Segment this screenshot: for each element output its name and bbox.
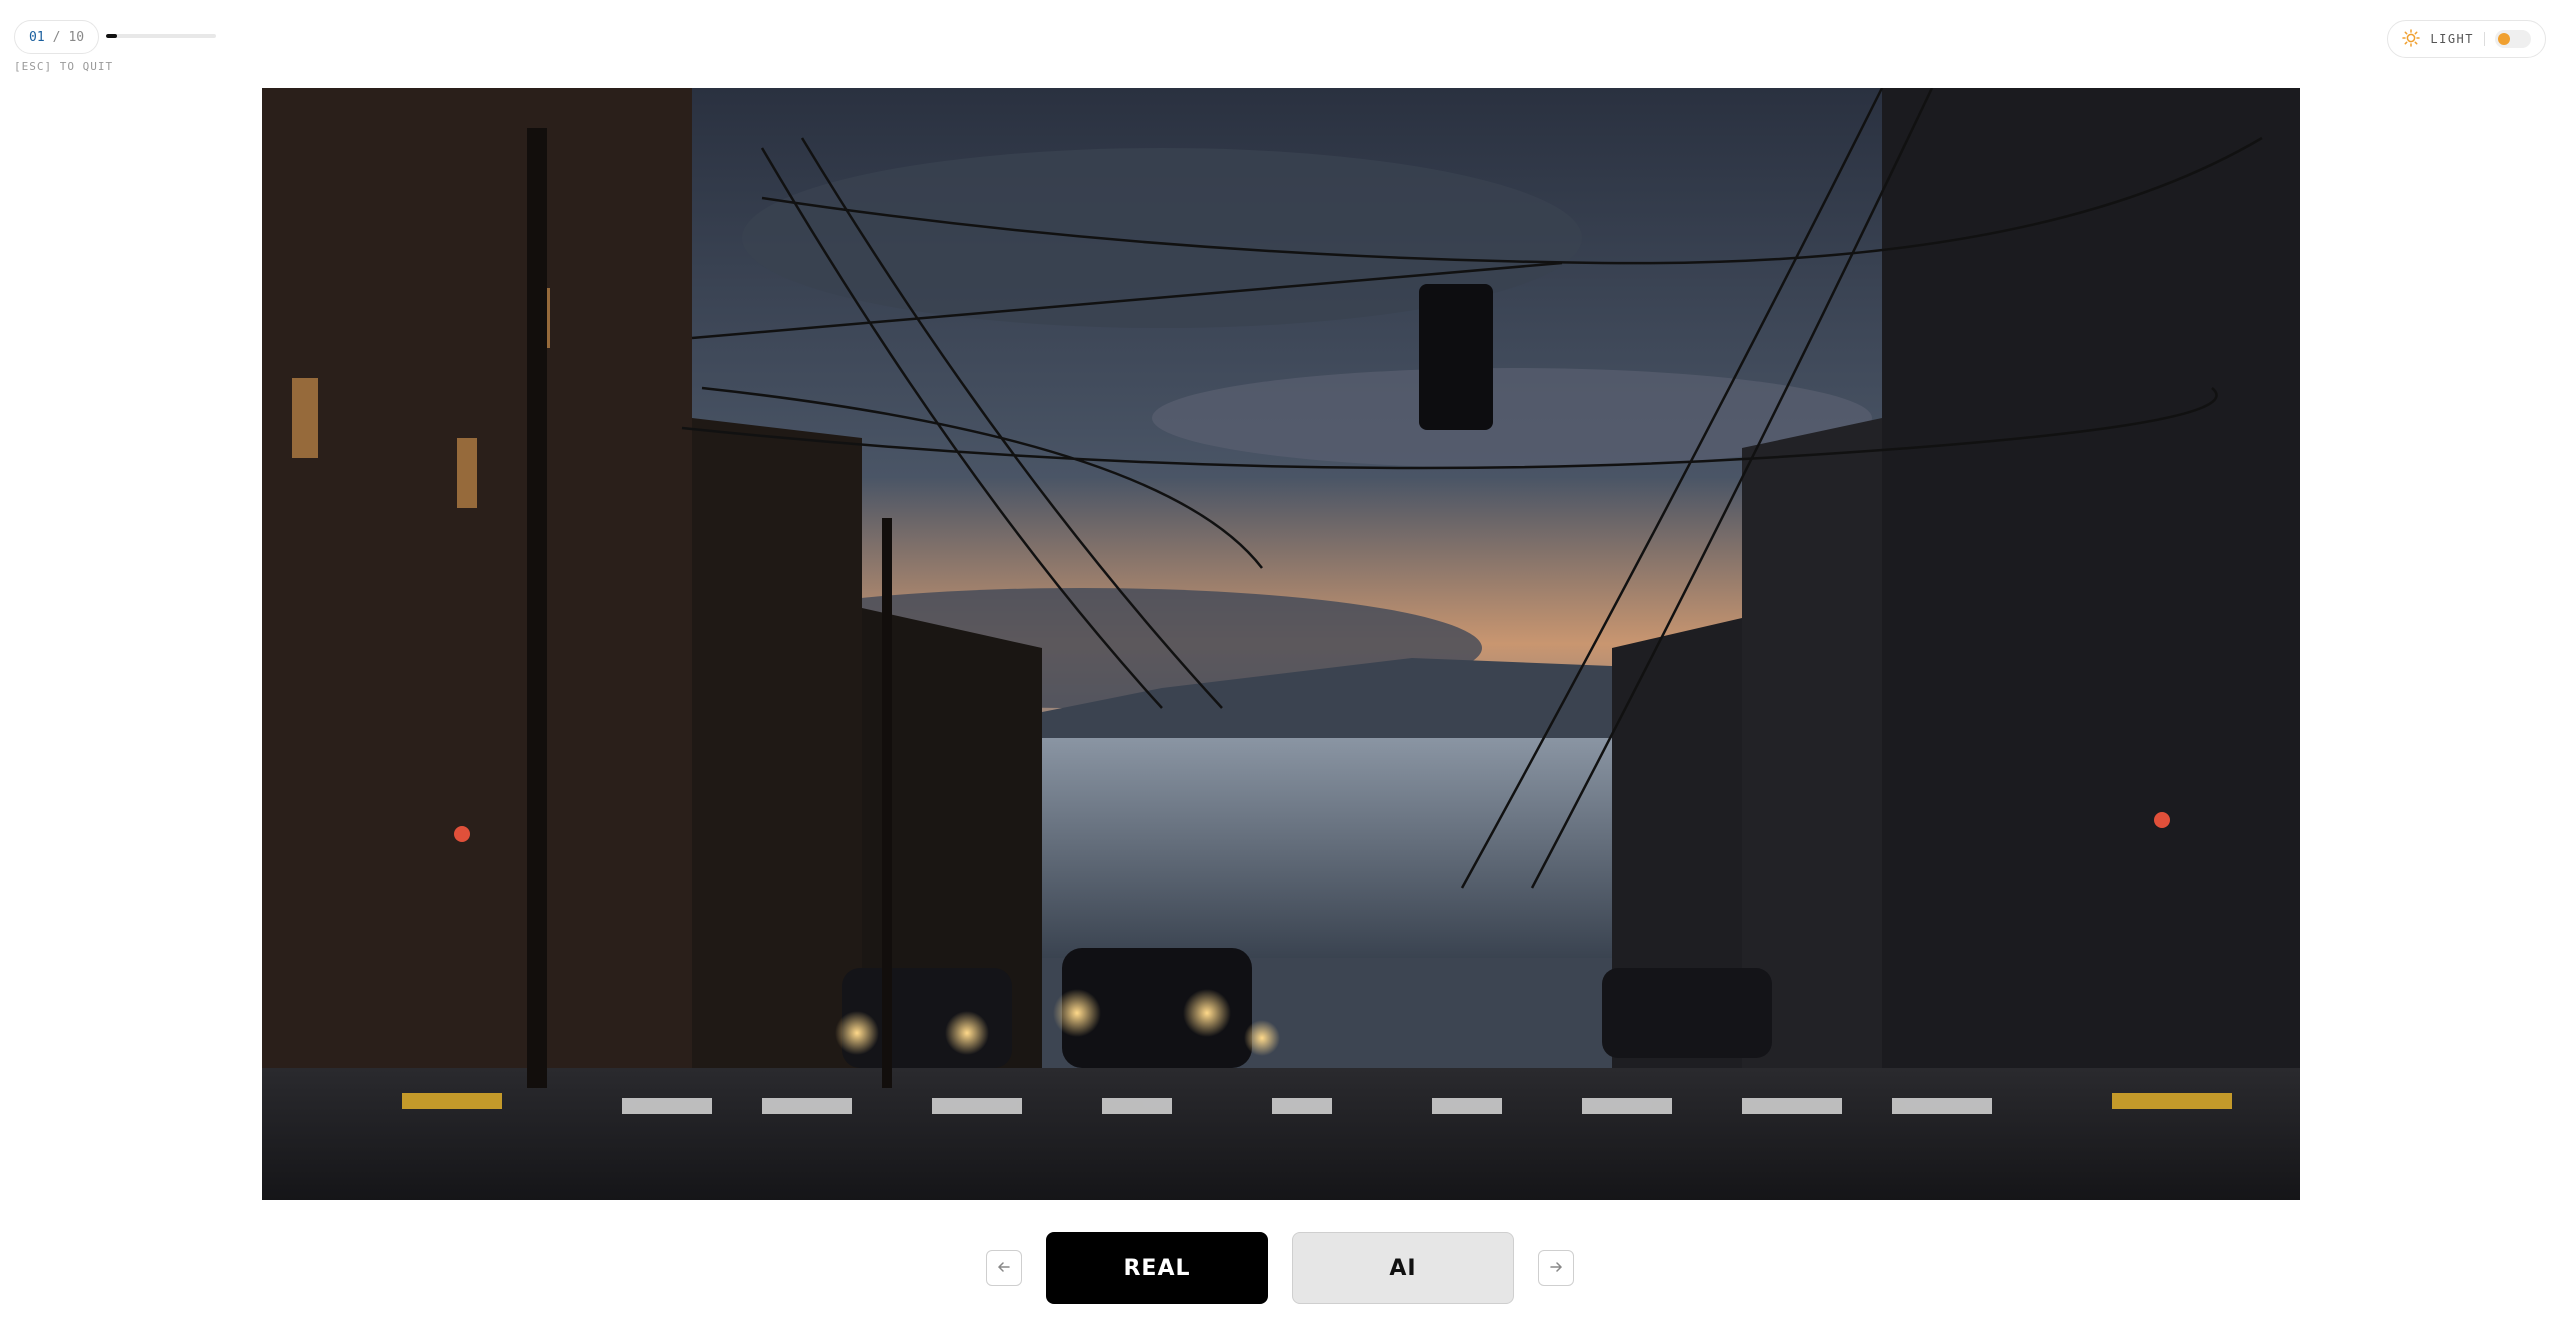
current-index: 01	[29, 29, 45, 45]
progress-fill	[106, 34, 117, 38]
theme-divider	[2484, 32, 2485, 46]
arrow-right-icon	[1549, 1259, 1563, 1278]
theme-switch[interactable]	[2495, 30, 2531, 48]
quit-hint: [ESC] TO QUIT	[14, 60, 114, 73]
theme-label: LIGHT	[2430, 32, 2474, 46]
ai-button[interactable]: AI	[1292, 1232, 1514, 1304]
progress-bar	[106, 34, 216, 38]
next-button[interactable]	[1538, 1250, 1574, 1286]
theme-switch-knob	[2498, 33, 2510, 45]
real-button[interactable]: REAL	[1046, 1232, 1268, 1304]
theme-toggle[interactable]: LIGHT	[2387, 20, 2546, 58]
previous-button[interactable]	[986, 1250, 1022, 1286]
counter-separator: /	[52, 29, 61, 45]
arrow-left-icon	[997, 1259, 1011, 1278]
question-counter: 01 / 10	[14, 20, 100, 54]
challenge-photo	[262, 88, 2300, 1200]
answer-controls: REAL AI	[0, 1232, 2560, 1304]
sun-icon	[2402, 28, 2421, 50]
street-photo-illustration	[262, 88, 2300, 1200]
total-count: 10	[68, 29, 85, 45]
